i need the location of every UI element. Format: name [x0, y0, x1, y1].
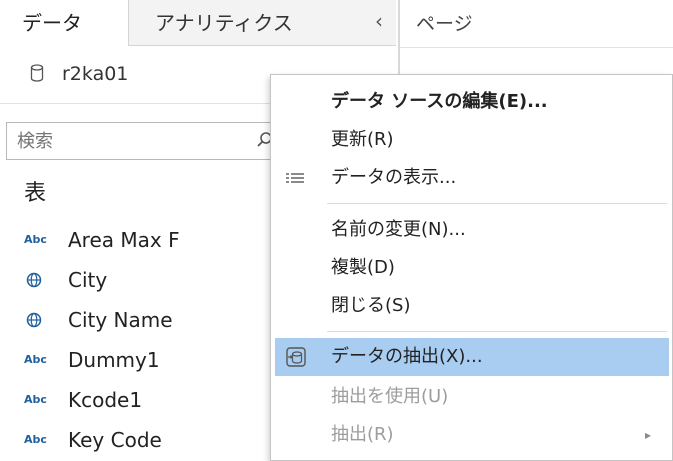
- menu-separator: [327, 203, 667, 204]
- menu-item-refresh[interactable]: 更新(R): [275, 121, 669, 159]
- tab-data[interactable]: データ: [0, 0, 128, 47]
- context-menu: データ ソースの編集(E)... 更新(R) データの表示... 名前の変更(N…: [270, 74, 673, 461]
- menu-item-label: データの抽出(X)...: [331, 346, 483, 367]
- abc-icon: Abc: [24, 433, 47, 446]
- field-item[interactable]: City: [24, 262, 284, 298]
- pages-header: ページ: [416, 13, 473, 35]
- field-name: Key Code: [68, 428, 162, 452]
- menu-item-label: 抽出(R): [331, 424, 394, 445]
- field-name: City: [68, 268, 108, 292]
- tab-bar: データ アナリティクス ‹: [0, 0, 398, 47]
- field-item[interactable]: Abc Area Max F: [24, 222, 284, 258]
- abc-icon: Abc: [24, 393, 47, 406]
- submenu-arrow-icon: ▸: [645, 428, 652, 442]
- datasource-name: r2ka01: [62, 63, 129, 85]
- menu-item-label: 抽出を使用(U): [331, 386, 449, 407]
- abc-icon: Abc: [24, 353, 47, 366]
- field-item[interactable]: Abc Key Code: [24, 422, 284, 458]
- field-item[interactable]: City Name: [24, 302, 284, 338]
- field-item[interactable]: Abc Dummy1: [24, 342, 284, 378]
- field-name: Kcode1: [68, 388, 143, 412]
- menu-item-close[interactable]: 閉じる(S): [275, 287, 669, 325]
- tables-heading: 表: [24, 181, 47, 206]
- search-input[interactable]: [6, 122, 286, 160]
- collapse-pane-button[interactable]: ‹: [368, 8, 390, 34]
- menu-item-extract-data[interactable]: データの抽出(X)...: [275, 338, 669, 376]
- field-name: City Name: [68, 308, 173, 332]
- menu-separator: [327, 331, 667, 332]
- menu-item-label: 名前の変更(N)...: [331, 219, 466, 240]
- menu-item-extract-submenu[interactable]: 抽出(R) ▸: [275, 416, 669, 454]
- menu-item-label: 複製(D): [331, 257, 395, 278]
- menu-item-edit-datasource[interactable]: データ ソースの編集(E)...: [275, 83, 669, 121]
- data-grid-icon: [286, 173, 304, 183]
- menu-item-label: データの表示...: [331, 167, 457, 188]
- menu-item-use-extract: 抽出を使用(U): [275, 378, 669, 416]
- tab-analytics[interactable]: アナリティクス: [128, 0, 396, 46]
- extract-icon: [286, 347, 306, 367]
- field-name: Area Max F: [68, 228, 180, 252]
- menu-item-view-data[interactable]: データの表示...: [275, 159, 669, 197]
- menu-item-duplicate[interactable]: 複製(D): [275, 249, 669, 287]
- database-icon: [30, 64, 44, 82]
- field-name: Dummy1: [68, 348, 160, 372]
- abc-icon: Abc: [24, 233, 47, 246]
- divider: [400, 47, 673, 48]
- menu-item-label: データ ソースの編集(E)...: [331, 91, 548, 112]
- menu-item-label: 更新(R): [331, 129, 394, 150]
- globe-icon: [26, 272, 42, 288]
- menu-item-label: 閉じる(S): [331, 295, 411, 316]
- field-item[interactable]: Abc Kcode1: [24, 382, 284, 418]
- menu-item-rename[interactable]: 名前の変更(N)...: [275, 211, 669, 249]
- globe-icon: [26, 312, 42, 328]
